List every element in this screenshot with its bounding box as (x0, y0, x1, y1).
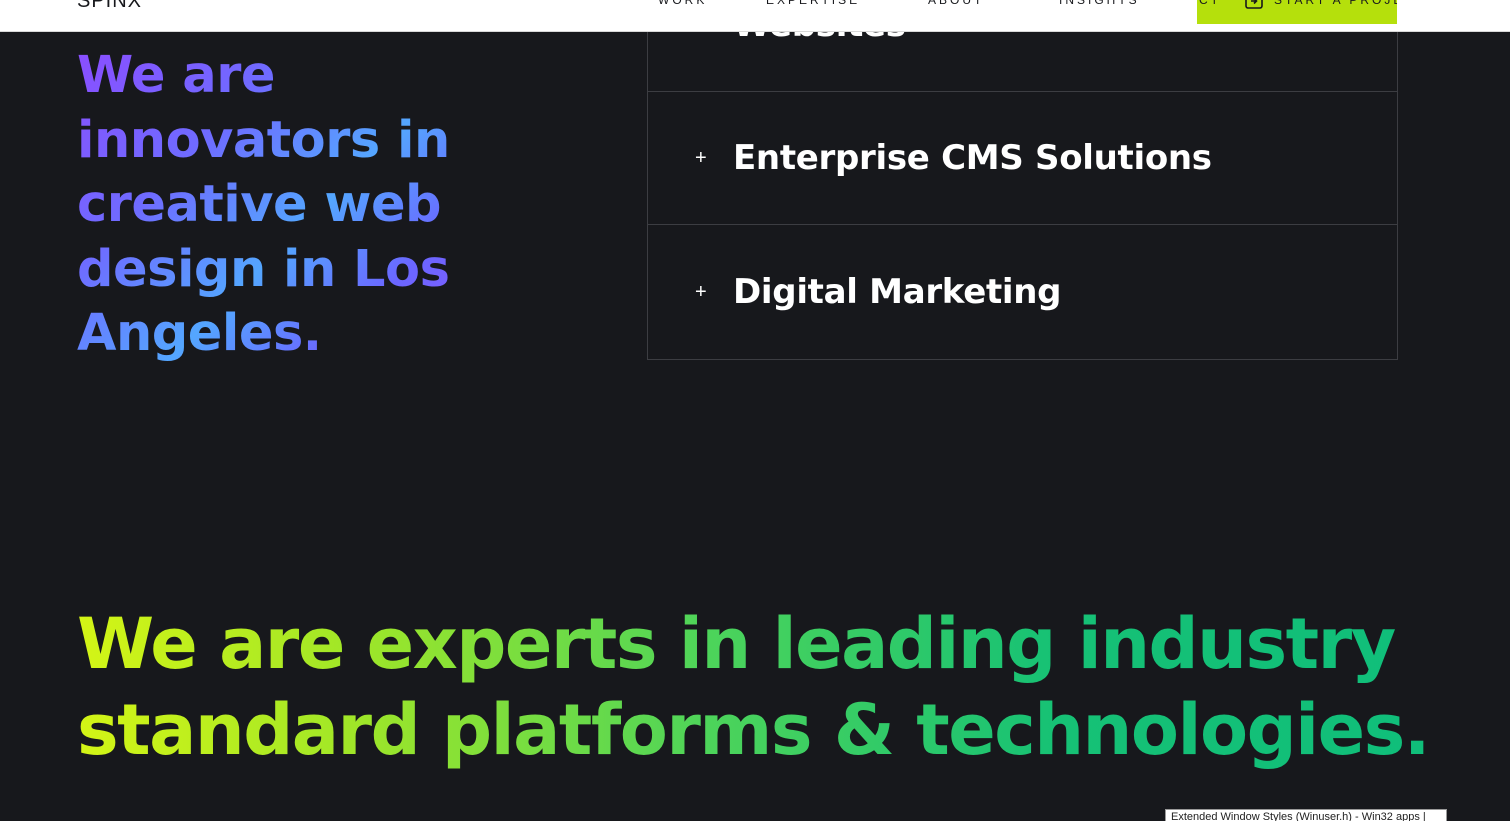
intro-heading: We are innovators in creative web design… (77, 44, 497, 367)
accordion-item-enterprise-cms[interactable]: + Enterprise CMS Solutions (648, 91, 1397, 225)
nav-item-contact[interactable]: CT (1199, 0, 1221, 8)
link-tooltip: Extended Window Styles (Winuser.h) - Win… (1165, 809, 1447, 821)
accordion-item-digital-marketing[interactable]: + Digital Marketing (648, 225, 1397, 358)
site-header: SPINX WORK EXPERTISE ABOUT INSIGHTS CT S… (0, 0, 1510, 32)
nav-item-insights[interactable]: INSIGHTS (1059, 0, 1140, 8)
external-link-icon (1245, 0, 1263, 9)
accordion-title: Digital Marketing (733, 272, 1062, 312)
nav-item-about[interactable]: ABOUT (928, 0, 984, 8)
page: SPINX WORK EXPERTISE ABOUT INSIGHTS CT S… (0, 0, 1510, 821)
site-logo[interactable]: SPINX (77, 0, 142, 11)
experts-heading: We are experts in leading industry stand… (77, 601, 1477, 773)
nav-item-expertise[interactable]: EXPERTISE (766, 0, 860, 8)
plus-icon: + (695, 281, 707, 303)
nav-item-work[interactable]: WORK (658, 0, 707, 8)
services-accordion: Websites + Enterprise CMS Solutions + Di… (647, 0, 1398, 360)
start-project-label: START A PROJE (1274, 0, 1397, 7)
plus-icon: + (695, 147, 707, 169)
start-project-button[interactable]: CT START A PROJE (1197, 0, 1397, 24)
accordion-title: Enterprise CMS Solutions (733, 138, 1212, 178)
